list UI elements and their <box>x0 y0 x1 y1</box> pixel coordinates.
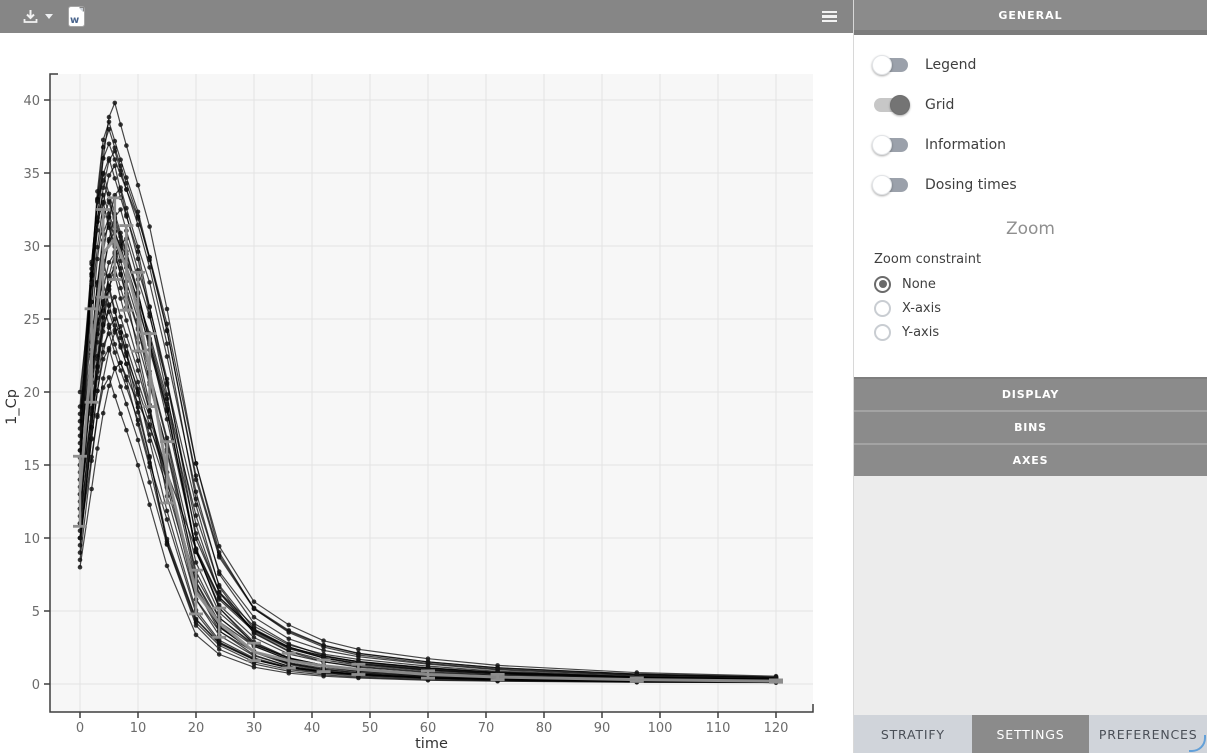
tab-settings[interactable]: SETTINGS <box>972 715 1090 753</box>
dosing-times-toggle-label: Dosing times <box>925 177 1017 193</box>
pk-spaghetti-plot[interactable]: 0 5 10 15 20 25 30 35 40 0 10 20 30 40 50 60 70 80 90 100 11… <box>0 33 853 753</box>
svg-text:10: 10 <box>130 721 147 736</box>
legend-toggle[interactable] <box>874 58 908 72</box>
zoom-constraint-label: Zoom constraint <box>874 252 1207 267</box>
zoom-constraint-yaxis-option[interactable]: Y-axis <box>854 320 1207 344</box>
information-toggle-label: Information <box>925 137 1006 153</box>
radio-none-label: None <box>902 277 936 292</box>
panel-tabs: STRATIFY SETTINGS PREFERENCES <box>854 715 1207 753</box>
svg-text:1_Cp: 1_Cp <box>4 389 20 425</box>
word-export-button[interactable]: w <box>61 0 92 33</box>
legend-toggle-row: Legend <box>854 45 1207 85</box>
svg-text:80: 80 <box>536 721 553 736</box>
svg-text:120: 120 <box>764 721 789 736</box>
word-document-icon: w <box>69 7 84 26</box>
svg-text:90: 90 <box>594 721 611 736</box>
download-icon <box>22 8 39 25</box>
zoom-constraint-none-option[interactable]: None <box>854 272 1207 296</box>
svg-text:100: 100 <box>648 721 673 736</box>
section-axes[interactable]: AXES <box>854 445 1207 476</box>
svg-text:70: 70 <box>478 721 495 736</box>
svg-text:0: 0 <box>32 678 40 693</box>
grid-toggle-label: Grid <box>925 97 954 113</box>
svg-text:20: 20 <box>23 386 40 401</box>
chevron-down-icon <box>45 14 53 19</box>
svg-text:15: 15 <box>23 459 40 474</box>
radio-yaxis-label: Y-axis <box>902 325 939 340</box>
information-toggle-row: Information <box>854 125 1207 165</box>
svg-text:0: 0 <box>76 721 84 736</box>
svg-text:25: 25 <box>23 313 40 328</box>
svg-text:35: 35 <box>23 167 40 182</box>
radio-yaxis-icon[interactable] <box>874 324 891 341</box>
panel-filler <box>854 476 1207 715</box>
svg-text:20: 20 <box>188 721 205 736</box>
section-display[interactable]: DISPLAY <box>854 379 1207 412</box>
svg-text:60: 60 <box>420 721 437 736</box>
svg-text:30: 30 <box>246 721 263 736</box>
legend-toggle-label: Legend <box>925 57 976 73</box>
grid-toggle-row: Grid <box>854 85 1207 125</box>
dosing-times-toggle[interactable] <box>874 178 908 192</box>
zoom-constraint-xaxis-option[interactable]: X-axis <box>854 296 1207 320</box>
information-toggle[interactable] <box>874 138 908 152</box>
data-viewer-window: 0 5 10 15 20 25 30 35 40 0 10 20 30 40 50 60 70 80 90 100 11… <box>0 0 1207 753</box>
zoom-section-title: Zoom <box>854 219 1207 239</box>
svg-text:110: 110 <box>706 721 731 736</box>
svg-text:40: 40 <box>23 94 40 109</box>
svg-text:30: 30 <box>23 240 40 255</box>
dosing-times-toggle-row: Dosing times <box>854 165 1207 205</box>
plot-menu-button[interactable] <box>822 0 837 33</box>
settings-panel: GENERAL Legend Grid Information Dosing t… <box>853 0 1207 753</box>
panel-header-label: GENERAL <box>998 9 1062 22</box>
hamburger-menu-icon <box>822 9 837 25</box>
svg-text:10: 10 <box>23 532 40 547</box>
tab-stratify[interactable]: STRATIFY <box>854 715 972 753</box>
radio-none-icon[interactable] <box>874 276 891 293</box>
settings-accordion: DISPLAY BINS AXES <box>854 377 1207 476</box>
plot-area: 0 5 10 15 20 25 30 35 40 0 10 20 30 40 50 60 70 80 90 100 11… <box>0 33 853 753</box>
export-plot-button[interactable] <box>14 0 61 33</box>
panel-header-general: GENERAL <box>854 0 1207 30</box>
general-settings-body: Legend Grid Information Dosing times Zoo… <box>854 35 1207 377</box>
svg-text:5: 5 <box>32 605 40 620</box>
radio-xaxis-label: X-axis <box>902 301 941 316</box>
svg-text:50: 50 <box>362 721 379 736</box>
radio-xaxis-icon[interactable] <box>874 300 891 317</box>
plot-toolbar: w <box>0 0 853 33</box>
svg-text:time: time <box>415 736 448 752</box>
grid-toggle[interactable] <box>874 98 908 112</box>
svg-text:40: 40 <box>304 721 321 736</box>
section-bins[interactable]: BINS <box>854 412 1207 445</box>
